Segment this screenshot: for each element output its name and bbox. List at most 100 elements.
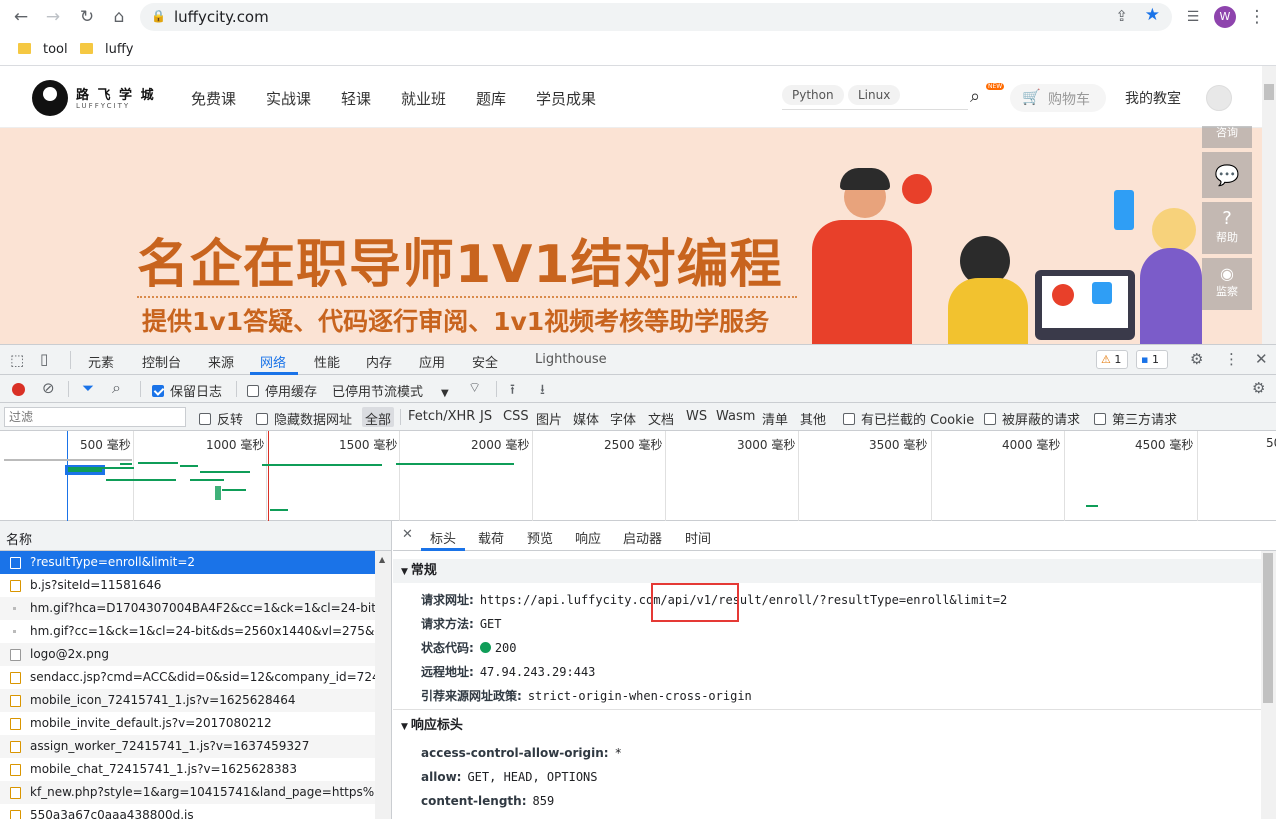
user-avatar[interactable] <box>1206 85 1232 111</box>
nav-employment[interactable]: 就业班 <box>401 88 446 109</box>
request-row[interactable]: mobile_icon_72415741_1.js?v=1625628464 <box>0 689 375 712</box>
page-scrollbar[interactable] <box>1262 66 1276 344</box>
hide-data-urls-checkbox[interactable]: 隐藏数据网址 <box>256 409 352 428</box>
tab-network[interactable]: 网络 <box>260 352 286 371</box>
type-filter-media[interactable]: 媒体 <box>573 409 599 428</box>
back-arrow-icon[interactable]: ← <box>10 6 32 28</box>
side-supervise-button[interactable]: ◉ 监察 <box>1202 258 1252 310</box>
bookmark-tool[interactable]: tool <box>18 41 68 59</box>
tab-sources[interactable]: 来源 <box>208 352 234 371</box>
tab-console[interactable]: 控制台 <box>142 352 181 371</box>
tab-lighthouse[interactable]: Lighthouse <box>535 352 607 367</box>
cart-button[interactable]: 🛒 购物车 <box>1010 84 1106 112</box>
messages-badge[interactable]: ▪ 1 <box>1136 350 1168 369</box>
search-tag-linux[interactable]: Linux <box>848 85 901 105</box>
close-devtools-icon[interactable]: ✕ <box>1255 350 1268 368</box>
nav-light-courses[interactable]: 轻课 <box>341 88 371 109</box>
type-filter-all[interactable]: 全部 <box>365 409 391 428</box>
request-row[interactable]: kf_new.php?style=1&arg=10415741&land_pag… <box>0 781 375 804</box>
my-classroom-link[interactable]: 我的教室 <box>1125 88 1181 108</box>
tab-security[interactable]: 安全 <box>472 352 498 371</box>
nav-practical-courses[interactable]: 实战课 <box>266 88 311 109</box>
reload-icon[interactable]: ↻ <box>76 6 98 28</box>
general-section-header[interactable]: ▼ 常规 <box>393 559 1263 583</box>
inspect-element-icon[interactable]: ⬚ <box>10 351 24 369</box>
device-toolbar-icon[interactable]: ▯ <box>40 350 48 368</box>
network-conditions-icon[interactable]: ⌔ <box>468 379 481 397</box>
profile-avatar[interactable]: W <box>1214 6 1236 28</box>
name-column-header[interactable]: 名称 <box>0 521 391 551</box>
warnings-badge[interactable]: ⚠ 1 <box>1096 350 1128 369</box>
tab-preview[interactable]: 预览 <box>527 528 553 547</box>
tab-initiator[interactable]: 启动器 <box>623 528 662 547</box>
search-area[interactable]: Python Linux <box>782 84 968 110</box>
side-consult-button[interactable]: 咨询 <box>1202 126 1252 148</box>
disable-cache-checkbox[interactable]: 停用缓存 <box>247 381 317 400</box>
third-party-checkbox[interactable]: 第三方请求 <box>1094 409 1177 428</box>
menu-kebab-icon[interactable]: ⋮ <box>1246 6 1268 28</box>
tab-memory[interactable]: 内存 <box>366 352 392 371</box>
tab-payload[interactable]: 载荷 <box>478 528 504 547</box>
address-bar[interactable]: 🔒 luffycity.com ⇪ ★ <box>140 3 1172 31</box>
logo-icon[interactable] <box>32 80 68 116</box>
tab-timing[interactable]: 时间 <box>685 528 711 547</box>
type-filter-other[interactable]: 其他 <box>800 409 826 428</box>
search-icon[interactable]: ⌕ <box>970 86 980 107</box>
import-har-icon[interactable]: ⭱ <box>510 379 515 403</box>
type-filter-doc[interactable]: 文档 <box>648 409 674 428</box>
home-icon[interactable]: ⌂ <box>108 6 130 28</box>
record-icon[interactable] <box>12 383 25 396</box>
settings-gear-icon[interactable]: ⚙ <box>1190 350 1203 368</box>
network-settings-gear-icon[interactable]: ⚙ <box>1252 379 1265 397</box>
detail-scrollbar[interactable] <box>1261 551 1276 819</box>
request-row[interactable]: hm.gif?hca=D1704307004BA4F2&cc=1&ck=1&cl… <box>0 597 375 620</box>
network-overview-timeline[interactable]: 500 毫秒 1000 毫秒 1500 毫秒 2000 毫秒 2500 毫秒 3… <box>0 431 1276 521</box>
filter-funnel-icon[interactable]: ⏷ <box>82 379 94 397</box>
type-filter-js[interactable]: JS <box>480 409 492 424</box>
clear-icon[interactable]: ⊘ <box>42 379 55 397</box>
tab-headers[interactable]: 标头 <box>430 528 456 547</box>
request-row[interactable]: sendacc.jsp?cmd=ACC&did=0&sid=12&company… <box>0 666 375 689</box>
blocked-requests-checkbox[interactable]: 被屏蔽的请求 <box>984 409 1080 428</box>
share-icon[interactable]: ⇪ <box>1115 7 1128 25</box>
bookmark-luffy[interactable]: luffy <box>80 41 134 59</box>
side-wechat-button[interactable]: 💬 <box>1202 152 1252 198</box>
type-filter-font[interactable]: 字体 <box>610 409 636 428</box>
type-filter-ws[interactable]: WS <box>686 409 707 424</box>
type-filter-css[interactable]: CSS <box>503 409 529 424</box>
forward-arrow-icon[interactable]: → <box>42 6 64 28</box>
more-options-icon[interactable]: ⋮ <box>1224 350 1239 368</box>
search-tag-python[interactable]: Python <box>782 85 844 105</box>
tab-application[interactable]: 应用 <box>419 352 445 371</box>
request-row[interactable]: logo@2x.png <box>0 643 375 666</box>
tab-performance[interactable]: 性能 <box>314 352 340 371</box>
nav-student-results[interactable]: 学员成果 <box>536 88 596 109</box>
request-row[interactable]: hm.gif?cc=1&ck=1&cl=24-bit&ds=2560x1440&… <box>0 620 375 643</box>
side-help-button[interactable]: ? 帮助 <box>1202 202 1252 254</box>
tab-elements[interactable]: 元素 <box>88 352 114 371</box>
request-list-scrollbar[interactable]: ▲ <box>375 551 391 819</box>
request-row[interactable]: assign_worker_72415741_1.js?v=1637459327 <box>0 735 375 758</box>
type-filter-wasm[interactable]: Wasm <box>716 409 755 424</box>
type-filter-manifest[interactable]: 清单 <box>762 409 788 428</box>
blocked-cookies-checkbox[interactable]: 有已拦截的 Cookie <box>843 409 974 428</box>
hero-banner[interactable]: 名企在职导师1V1结对编程 提供1v1答疑、代码逐行审阅、1v1视频考核等助学服… <box>0 128 1262 344</box>
tab-response[interactable]: 响应 <box>575 528 601 547</box>
invert-checkbox[interactable]: 反转 <box>199 409 243 428</box>
request-row[interactable]: mobile_chat_72415741_1.js?v=1625628383 <box>0 758 375 781</box>
type-filter-img[interactable]: 图片 <box>536 409 562 428</box>
export-har-icon[interactable]: ⭳ <box>540 379 545 403</box>
search-icon[interactable]: ⌕ <box>112 378 121 398</box>
close-detail-icon[interactable]: ✕ <box>402 527 413 542</box>
type-filter-fetch-xhr[interactable]: Fetch/XHR <box>408 409 475 424</box>
filter-input[interactable] <box>4 407 186 427</box>
reading-list-icon[interactable]: ☰ <box>1182 6 1204 28</box>
nav-question-bank[interactable]: 题库 <box>476 88 506 109</box>
throttle-select[interactable]: 已停用节流模式 ▼ <box>332 381 449 400</box>
request-row[interactable]: b.js?siteId=11581646 <box>0 574 375 597</box>
bookmark-star-icon[interactable]: ★ <box>1145 5 1160 25</box>
preserve-log-checkbox[interactable]: 保留日志 <box>152 381 222 400</box>
request-row[interactable]: mobile_invite_default.js?v=2017080212 <box>0 712 375 735</box>
request-row[interactable]: 550a3a67c0aaa438800d.js <box>0 804 375 819</box>
request-row[interactable]: ?resultType=enroll&limit=2 <box>0 551 375 574</box>
